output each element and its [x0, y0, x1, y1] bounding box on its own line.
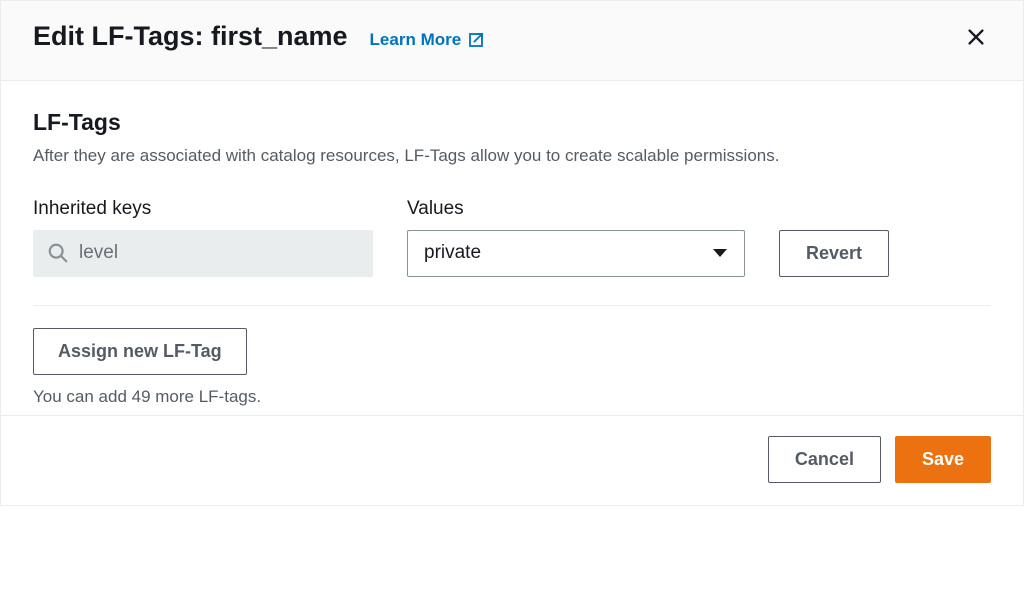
external-link-icon [467, 31, 485, 49]
tag-row: Inherited keys level Values private [33, 198, 991, 277]
inherited-keys-column: Inherited keys level [33, 198, 373, 277]
chevron-down-icon [712, 247, 728, 259]
revert-column: Revert [779, 230, 889, 277]
learn-more-label: Learn More [370, 30, 462, 50]
close-button[interactable] [961, 22, 991, 52]
edit-lf-tags-modal: Edit LF-Tags: first_name Learn More LF-T… [0, 0, 1024, 506]
values-label: Values [407, 198, 745, 220]
modal-title: Edit LF-Tags: first_name [33, 21, 348, 52]
remaining-tags-hint: You can add 49 more LF-tags. [33, 387, 991, 407]
values-selected: private [424, 242, 481, 264]
inherited-key-value: level [79, 242, 118, 264]
revert-button[interactable]: Revert [779, 230, 889, 277]
search-icon [47, 242, 69, 264]
modal-header: Edit LF-Tags: first_name Learn More [1, 1, 1023, 81]
modal-footer: Cancel Save [1, 415, 1023, 505]
inherited-keys-label: Inherited keys [33, 198, 373, 220]
values-column: Values private [407, 198, 745, 277]
section-description: After they are associated with catalog r… [33, 144, 991, 168]
values-select[interactable]: private [407, 230, 745, 277]
modal-body: LF-Tags After they are associated with c… [1, 81, 1023, 415]
divider [33, 305, 991, 306]
close-icon [965, 26, 987, 48]
section-title: LF-Tags [33, 109, 991, 136]
learn-more-link[interactable]: Learn More [370, 30, 486, 50]
save-button[interactable]: Save [895, 436, 991, 483]
cancel-button[interactable]: Cancel [768, 436, 881, 483]
inherited-key-input[interactable]: level [33, 230, 373, 277]
modal-header-left: Edit LF-Tags: first_name Learn More [33, 21, 485, 52]
assign-new-lf-tag-button[interactable]: Assign new LF-Tag [33, 328, 247, 375]
